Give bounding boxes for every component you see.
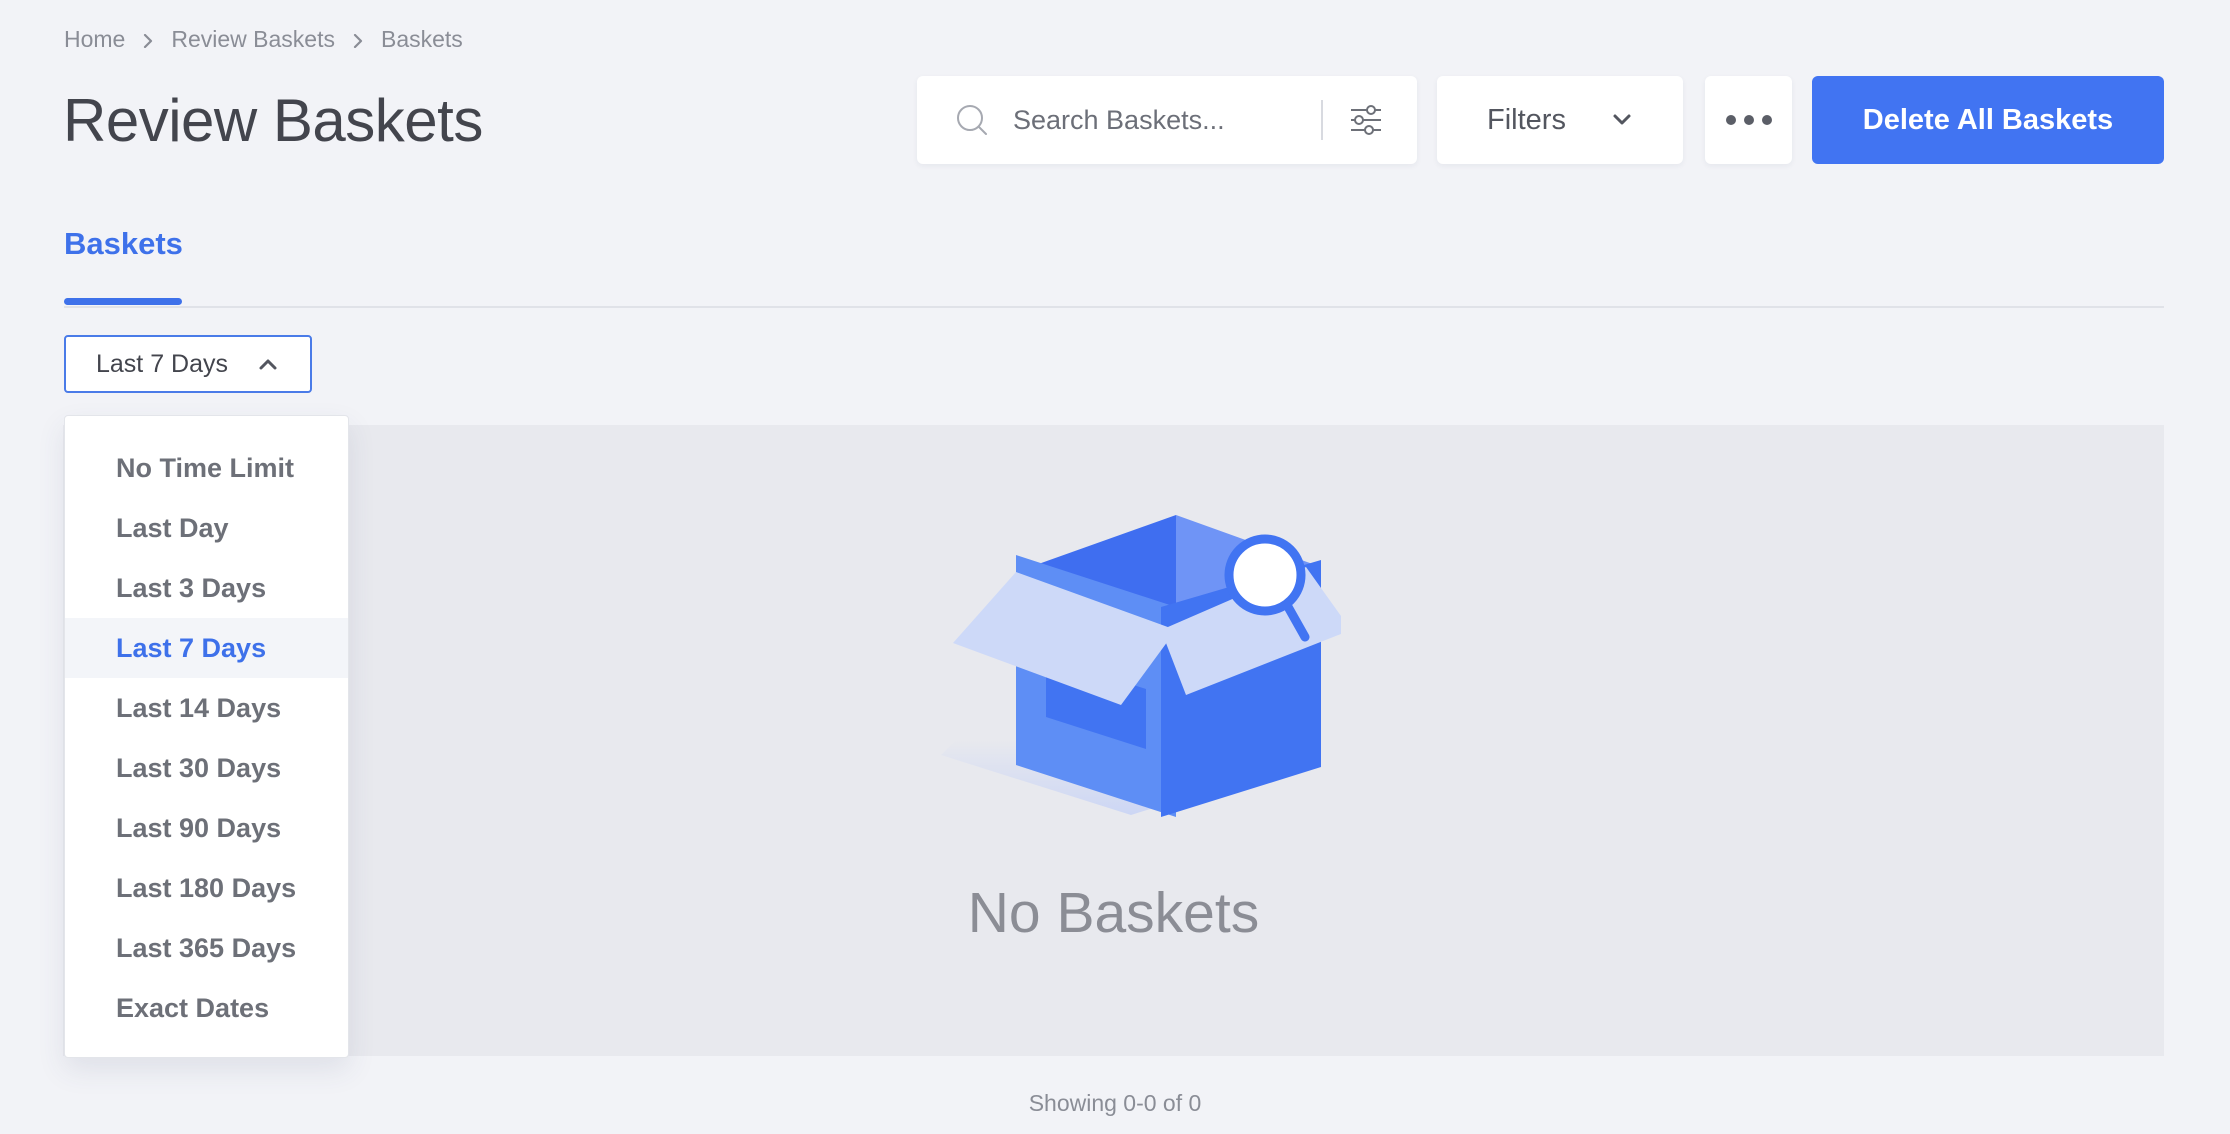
chevron-down-icon (1613, 114, 1631, 125)
breadcrumb-home[interactable]: Home (64, 26, 125, 53)
time-option-last-7-days[interactable]: Last 7 Days (65, 618, 348, 678)
time-option-last-90-days[interactable]: Last 90 Days (65, 798, 348, 858)
search-icon (957, 105, 987, 135)
sliders-icon[interactable] (1349, 103, 1383, 137)
delete-all-baskets-button[interactable]: Delete All Baskets (1812, 76, 2164, 164)
chevron-right-icon (335, 26, 381, 53)
more-dots-icon (1725, 115, 1772, 125)
breadcrumb-baskets: Baskets (380, 26, 463, 52)
tab-baskets[interactable]: Baskets (64, 226, 183, 262)
search-divider (1321, 100, 1323, 140)
time-option-last-30-days[interactable]: Last 30 Days (65, 738, 348, 798)
empty-state-message: No Baskets (967, 881, 1260, 945)
time-option-last-14-days[interactable]: Last 14 Days (65, 678, 348, 738)
breadcrumb: Home Review Baskets Baskets (64, 26, 463, 53)
chevron-up-icon (259, 359, 277, 370)
time-range-select[interactable]: Last 7 Days (64, 335, 312, 393)
tab-active-indicator (64, 298, 182, 305)
more-options-button[interactable] (1705, 76, 1792, 164)
time-option-last-day[interactable]: Last Day (65, 498, 348, 558)
time-range-menu: No Time Limit Last Day Last 3 Days Last … (64, 415, 349, 1058)
page-title: Review Baskets (63, 87, 483, 154)
breadcrumb-review-baskets[interactable]: Review Baskets (171, 26, 335, 53)
time-option-exact-dates[interactable]: Exact Dates (65, 978, 348, 1038)
search-input[interactable] (1013, 104, 1313, 136)
open-box-magnifier-icon (941, 515, 1341, 817)
empty-state-panel: No Baskets (63, 425, 2164, 1056)
tab-divider (64, 306, 2164, 308)
time-range-selected: Last 7 Days (96, 349, 229, 378)
filters-button[interactable]: Filters (1437, 76, 1683, 164)
time-option-last-180-days[interactable]: Last 180 Days (65, 858, 348, 918)
time-option-last-3-days[interactable]: Last 3 Days (65, 558, 348, 618)
pagination-summary: Showing 0-0 of 0 (1028, 1090, 1202, 1116)
time-option-no-time-limit[interactable]: No Time Limit (65, 438, 348, 498)
search-box (917, 76, 1417, 164)
filters-label: Filters (1487, 103, 1566, 136)
chevron-right-icon (125, 26, 171, 53)
tab-bar: Baskets (64, 226, 2164, 308)
time-option-last-365-days[interactable]: Last 365 Days (65, 918, 348, 978)
